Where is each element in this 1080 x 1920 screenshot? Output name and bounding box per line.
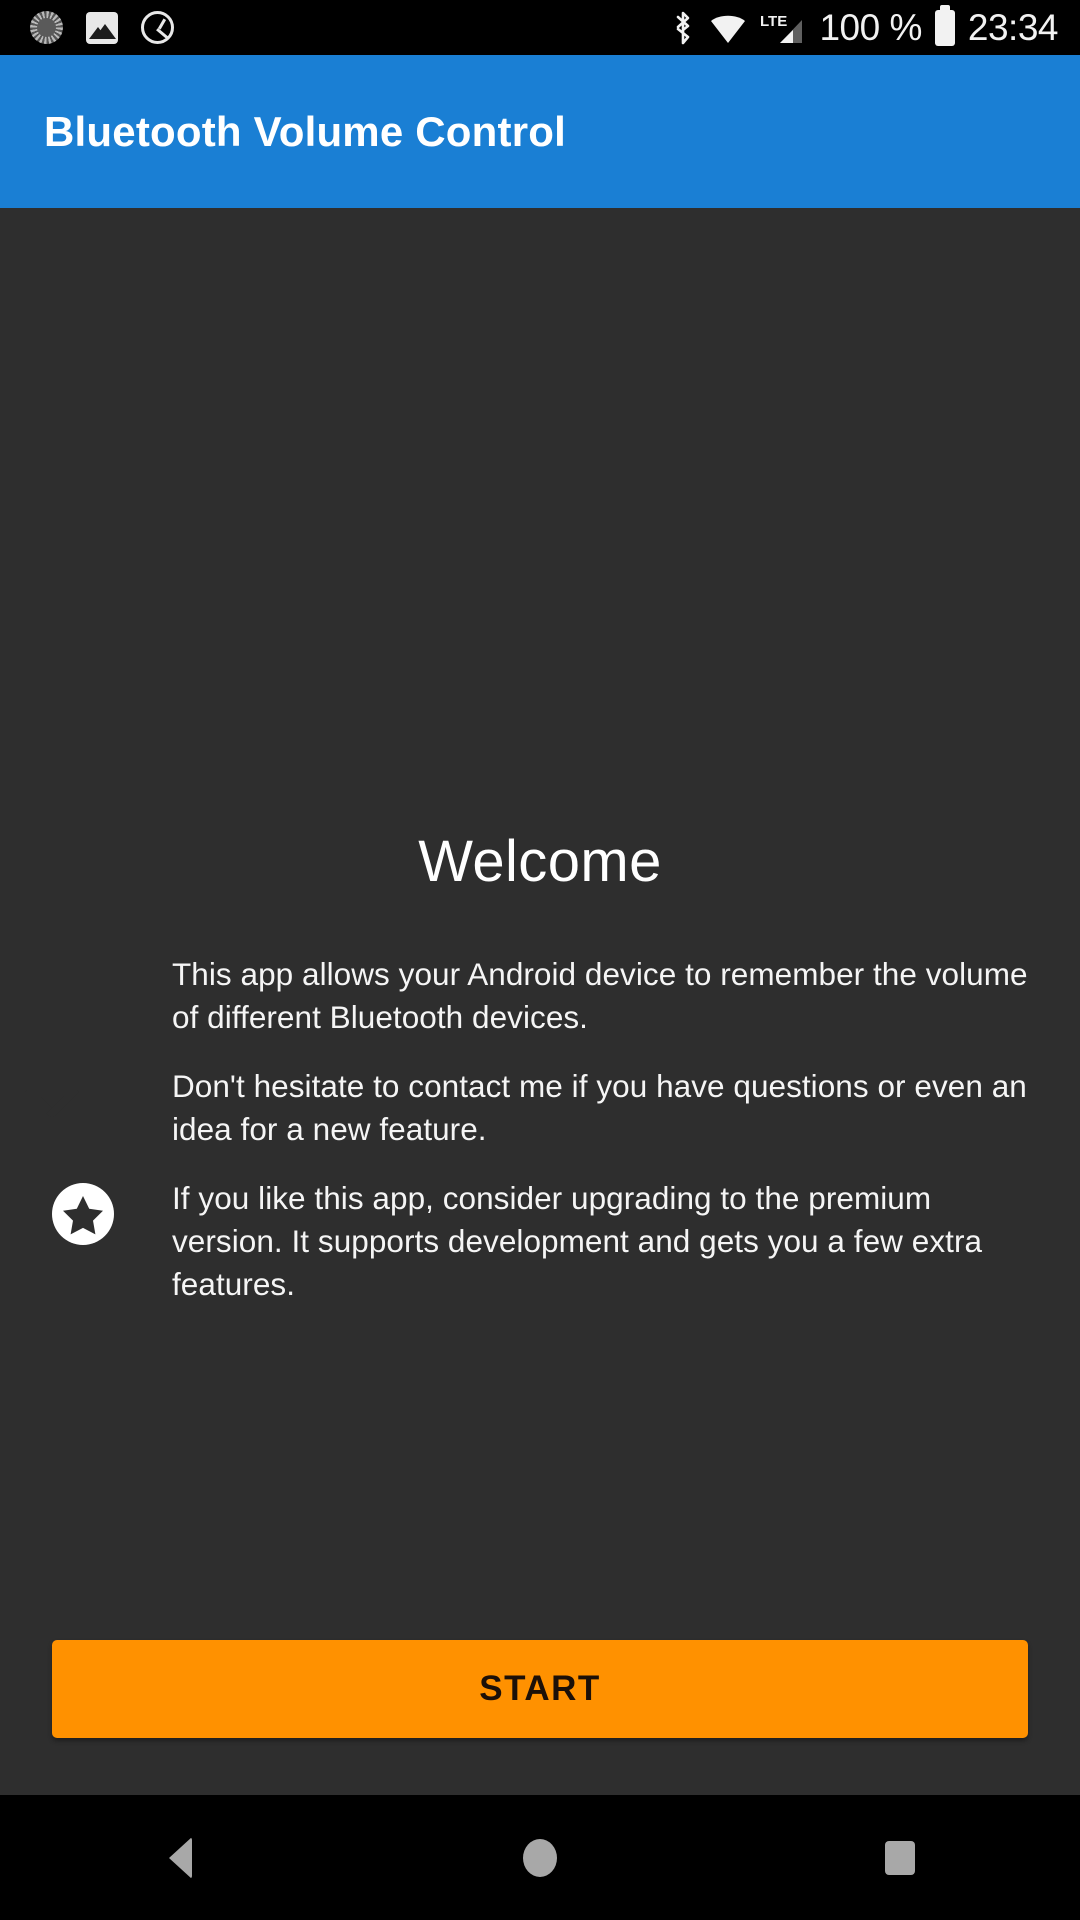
feature-text-info: This app allows your Android device to r… bbox=[172, 956, 1028, 1035]
wifi-icon bbox=[709, 9, 747, 47]
start-button[interactable]: START bbox=[52, 1640, 1028, 1738]
photo-icon bbox=[86, 11, 118, 44]
brightness-circle-icon bbox=[30, 11, 63, 44]
app-title: Bluetooth Volume Control bbox=[44, 107, 566, 155]
lte-signal-icon: LTE bbox=[760, 9, 806, 47]
nav-recents-button[interactable] bbox=[720, 1795, 1080, 1920]
app-bar: Bluetooth Volume Control bbox=[0, 55, 1080, 208]
main-content: Welcome This app allows your Android dev… bbox=[0, 208, 1080, 1795]
page-title: Welcome bbox=[418, 829, 662, 894]
battery-icon bbox=[934, 4, 955, 46]
navigation-bar bbox=[0, 1795, 1080, 1920]
nav-home-button[interactable] bbox=[360, 1795, 720, 1920]
status-bar-right-icons: LTE 100 % 23:34 bbox=[670, 4, 1059, 49]
info-icon bbox=[52, 959, 114, 1021]
back-triangle-icon bbox=[168, 1836, 192, 1879]
home-circle-icon bbox=[523, 1838, 557, 1877]
feature-list: This app allows your Android device to r… bbox=[0, 953, 1080, 1332]
feature-item-contact: Don't hesitate to contact me if you have… bbox=[0, 1065, 1080, 1151]
star-icon bbox=[52, 1183, 114, 1245]
email-icon bbox=[52, 1071, 114, 1133]
clock-time-label: 23:34 bbox=[967, 6, 1059, 48]
feature-text-contact: Don't hesitate to contact me if you have… bbox=[172, 1068, 1027, 1147]
clock-icon bbox=[141, 11, 174, 44]
status-bar-left-icons bbox=[30, 11, 174, 44]
status-bar: LTE 100 % 23:34 bbox=[0, 0, 1080, 55]
bluetooth-icon bbox=[670, 9, 696, 47]
feature-item-premium: If you like this app, consider upgrading… bbox=[0, 1177, 1080, 1306]
nav-back-button[interactable] bbox=[0, 1795, 360, 1920]
svg-text:LTE: LTE bbox=[760, 13, 787, 30]
recents-square-icon bbox=[885, 1840, 915, 1875]
app-screen: LTE 100 % 23:34 Bluetooth Volume Control… bbox=[0, 0, 1080, 1920]
feature-item-info: This app allows your Android device to r… bbox=[0, 953, 1080, 1039]
feature-text-premium: If you like this app, consider upgrading… bbox=[172, 1180, 983, 1302]
battery-percent-label: 100 % bbox=[819, 6, 922, 48]
